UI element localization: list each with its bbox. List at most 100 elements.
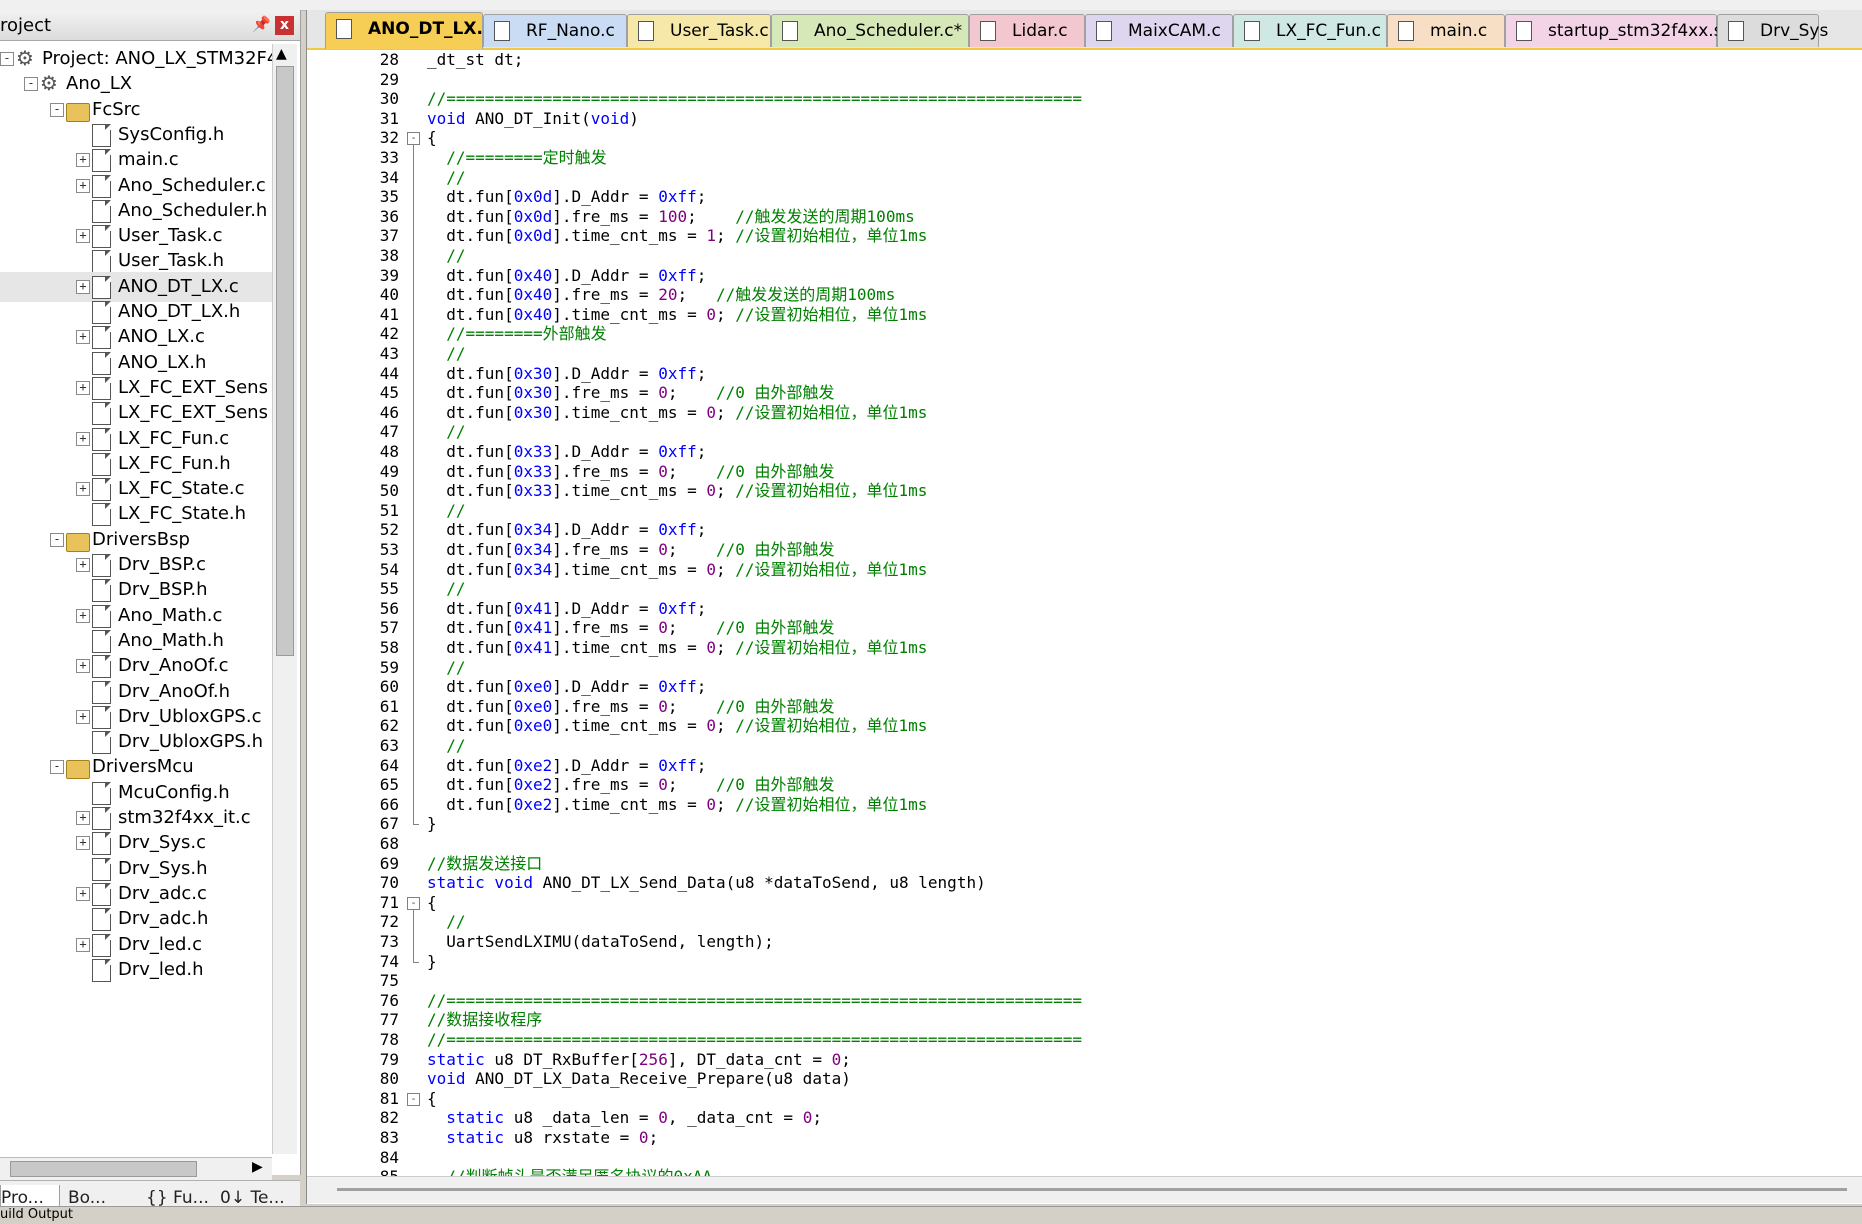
expand-icon[interactable]: + <box>76 659 90 674</box>
line-number: 70 <box>379 873 399 893</box>
file-icon <box>92 857 111 881</box>
code-line: 66 dt.fun[0xe2].time_cnt_ms = 0; //设置初始相… <box>307 795 1862 815</box>
line-number: 64 <box>379 755 399 775</box>
expand-icon[interactable]: + <box>76 558 90 572</box>
editor-horizontal-scrollbar[interactable] <box>307 1176 1862 1203</box>
code-text: { <box>427 892 437 912</box>
code-line: 33 //========定时触发 <box>307 148 1862 168</box>
file-icon <box>92 579 111 603</box>
file-tab[interactable]: User_Task.c <box>627 14 771 47</box>
code-line: 43 // <box>307 344 1862 364</box>
expand-icon[interactable]: + <box>76 153 90 168</box>
file-tab[interactable]: Lidar.c <box>969 14 1085 47</box>
file-tab[interactable]: LX_FC_Fun.c <box>1233 14 1387 47</box>
code-text: dt.fun[0x41].time_cnt_ms = 0; //设置初始相位，单… <box>427 638 928 657</box>
file-tab[interactable]: startup_stm32f4xx.s <box>1505 14 1723 47</box>
line-number: 54 <box>379 559 399 579</box>
file-tab-label: ANO_DT_LX.c <box>368 19 494 39</box>
code-text: // <box>446 657 466 677</box>
code-line: 57 dt.fun[0x41].fre_ms = 0; //0 由外部触发 <box>307 618 1862 638</box>
file-icon <box>92 832 111 856</box>
file-icon <box>92 882 111 906</box>
expand-icon[interactable]: + <box>76 229 90 244</box>
expand-icon[interactable]: + <box>76 836 90 851</box>
expand-icon[interactable]: + <box>76 431 90 446</box>
tree-file-item[interactable]: Drv_led.h <box>0 955 272 985</box>
collapse-icon[interactable]: - <box>24 77 38 92</box>
line-number: 68 <box>379 834 399 853</box>
fold-toggle-icon[interactable]: - <box>407 1092 420 1106</box>
code-line: 47 // <box>307 422 1862 442</box>
code-text: dt.fun[0x41].D_Addr = 0xff; <box>427 598 707 618</box>
code-line: 62 dt.fun[0xe0].time_cnt_ms = 0; //设置初始相… <box>307 716 1862 736</box>
expand-icon[interactable]: + <box>76 937 90 952</box>
fold-guide <box>413 144 414 825</box>
build-output-label: uild Output <box>0 1207 74 1222</box>
file-icon <box>92 174 111 198</box>
scroll-right-icon[interactable]: ▶ <box>252 1159 263 1175</box>
code-line: 71-{ <box>307 893 1862 913</box>
scroll-track[interactable] <box>337 1188 1847 1191</box>
collapse-icon[interactable]: - <box>50 760 64 775</box>
close-icon[interactable]: x <box>275 16 294 35</box>
line-number: 56 <box>379 598 399 618</box>
collapse-icon[interactable]: - <box>50 532 64 547</box>
line-number: 81 <box>379 1088 399 1108</box>
tree-vertical-scrollbar[interactable]: ▲ <box>272 44 297 1154</box>
expand-icon[interactable]: + <box>76 811 90 825</box>
file-tab[interactable]: MaixCAM.c <box>1085 14 1233 47</box>
line-number: 37 <box>379 226 399 246</box>
code-line: 82 static u8 _data_len = 0, _data_cnt = … <box>307 1108 1862 1128</box>
scroll-thumb[interactable] <box>276 66 294 656</box>
collapse-icon[interactable]: - <box>0 52 14 66</box>
expand-icon[interactable]: + <box>76 178 90 193</box>
file-icon <box>782 21 798 41</box>
code-text: dt.fun[0x34].fre_ms = 0; //0 由外部触发 <box>427 540 835 559</box>
pin-icon[interactable]: 📌 <box>252 15 271 33</box>
code-line: 48 dt.fun[0x33].D_Addr = 0xff; <box>307 442 1862 462</box>
code-view[interactable]: 28 _dt_st dt; 29 30 //======================… <box>307 50 1862 1176</box>
line-number: 77 <box>379 1010 399 1030</box>
tree-item-label: Drv_led.h <box>118 958 204 980</box>
file-icon <box>92 351 111 375</box>
collapse-icon[interactable]: - <box>50 102 64 117</box>
code-text: dt.fun[0x33].fre_ms = 0; //0 由外部触发 <box>427 461 835 481</box>
file-tab[interactable]: main.c <box>1387 14 1505 47</box>
file-icon <box>92 149 111 173</box>
code-line: 35 dt.fun[0x0d].D_Addr = 0xff; <box>307 187 1862 207</box>
expand-icon[interactable]: + <box>76 330 90 345</box>
file-icon <box>92 123 111 147</box>
expand-icon[interactable]: + <box>76 482 90 497</box>
file-icon <box>336 19 352 39</box>
expand-icon[interactable]: + <box>76 608 90 623</box>
line-number: 79 <box>379 1049 399 1069</box>
file-tab[interactable]: RF_Nano.c <box>483 14 627 47</box>
scroll-thumb[interactable] <box>10 1161 197 1177</box>
file-tab[interactable]: Ano_Scheduler.c* <box>771 14 969 47</box>
code-line: 74} <box>307 952 1862 972</box>
code-text: void ANO_DT_Init(void) <box>427 108 639 128</box>
line-number: 63 <box>379 736 399 755</box>
code-text: { <box>427 1088 437 1108</box>
code-line: 46 dt.fun[0x30].time_cnt_ms = 0; //设置初始相… <box>307 403 1862 423</box>
code-line: 49 dt.fun[0x33].fre_ms = 0; //0 由外部触发 <box>307 462 1862 482</box>
file-icon <box>92 680 111 704</box>
scroll-up-icon[interactable]: ▲ <box>276 46 287 62</box>
expand-icon[interactable]: + <box>76 279 90 294</box>
file-tab[interactable]: ANO_DT_LX.c <box>325 12 493 49</box>
expand-icon[interactable]: + <box>76 886 90 901</box>
code-line: 78 //====================================… <box>307 1030 1862 1050</box>
code-line: 50 dt.fun[0x33].time_cnt_ms = 0; //设置初始相… <box>307 481 1862 501</box>
file-tab-label: startup_stm32f4xx.s <box>1548 21 1723 41</box>
expand-icon[interactable]: + <box>76 380 90 395</box>
code-text: //======================================… <box>427 990 1083 1010</box>
tree-horizontal-scrollbar[interactable]: ▶ <box>0 1157 272 1180</box>
line-number: 36 <box>379 206 399 226</box>
code-text: static u8 _data_len = 0, _data_cnt = 0; <box>446 1108 822 1128</box>
file-tab-label: User_Task.c <box>670 21 769 41</box>
expand-icon[interactable]: + <box>76 709 90 724</box>
line-number: 32 <box>379 128 399 148</box>
file-icon <box>92 958 111 982</box>
code-line: 29 <box>307 70 1862 90</box>
file-tab[interactable]: Drv_Sys <box>1717 14 1828 47</box>
